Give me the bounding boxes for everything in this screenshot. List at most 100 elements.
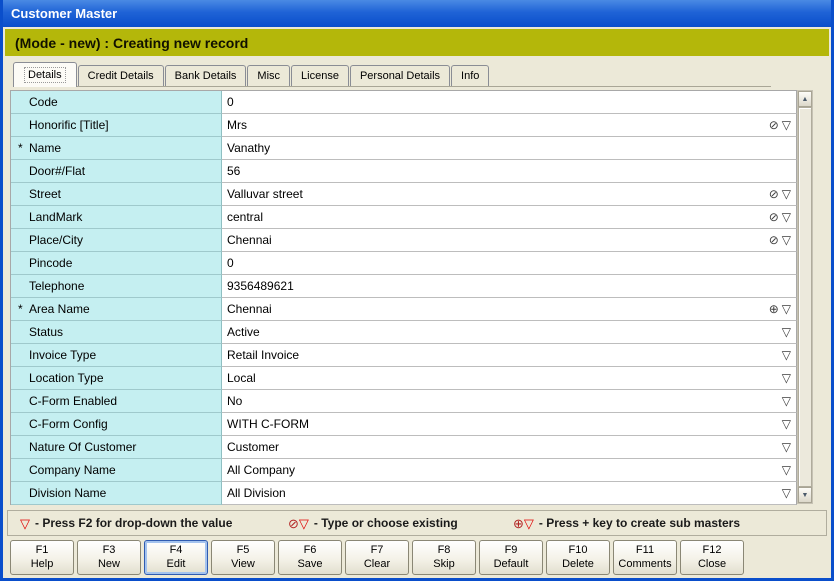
field-label-text: Door#/Flat: [29, 164, 85, 178]
field-input-landmark[interactable]: central ⊘▽: [222, 206, 797, 229]
dropdown-icon: ▽: [20, 517, 30, 530]
function-key-label: F12: [703, 544, 722, 558]
field-icons: ▽: [782, 464, 791, 476]
field-input-nature-of-customer[interactable]: Customer ▽: [222, 436, 797, 459]
field-label-text: Place/City: [29, 233, 83, 247]
f6-save-button[interactable]: F6 Save: [278, 540, 342, 575]
function-key-label: F1: [36, 544, 49, 558]
f11-comments-button[interactable]: F11 Comments: [613, 540, 677, 575]
tab-credit-details[interactable]: Credit Details: [78, 65, 164, 86]
field-value-text: Mrs: [227, 118, 769, 132]
field-input-code[interactable]: 0: [222, 91, 797, 114]
field-input-place-city[interactable]: Chennai ⊘▽: [222, 229, 797, 252]
legend-symbol: ⊕▽: [513, 517, 534, 530]
field-input-street[interactable]: Valluvar street ⊘▽: [222, 183, 797, 206]
field-value-text: 56: [227, 164, 791, 178]
field-icons: ⊘▽: [769, 211, 791, 223]
dropdown-icon[interactable]: ▽: [782, 441, 791, 453]
window-title: Customer Master: [11, 6, 117, 21]
tab-license[interactable]: License: [291, 65, 349, 86]
function-button-bar: F1 Help F3 New F4 Edit F5 View F6 Save F…: [10, 540, 744, 575]
form-area: Code 0 Honorific [Title] Mrs ⊘▽ *Name Va…: [10, 90, 797, 505]
f1-help-button[interactable]: F1 Help: [10, 540, 74, 575]
function-key-label: F11: [636, 544, 654, 558]
field-icons: ▽: [782, 441, 791, 453]
field-value-text: Retail Invoice: [227, 348, 782, 362]
field-label-text: LandMark: [29, 210, 82, 224]
tab-misc[interactable]: Misc: [247, 65, 290, 86]
field-icons: ▽: [782, 349, 791, 361]
field-input-door-flat[interactable]: 56: [222, 160, 797, 183]
dropdown-icon[interactable]: ▽: [782, 234, 791, 246]
field-input-invoice-type[interactable]: Retail Invoice ▽: [222, 344, 797, 367]
field-label-division-name: Division Name: [11, 482, 222, 505]
f12-close-button[interactable]: F12 Close: [680, 540, 744, 575]
legend-item: ▽ - Press F2 for drop-down the value: [20, 511, 232, 535]
vertical-scrollbar[interactable]: ▲ ▼: [797, 90, 813, 504]
form-row: Telephone 9356489621: [11, 275, 797, 298]
field-value-text: All Company: [227, 463, 782, 477]
form-row: Honorific [Title] Mrs ⊘▽: [11, 114, 797, 137]
form-row: Code 0: [11, 91, 797, 114]
f9-default-button[interactable]: F9 Default: [479, 540, 543, 575]
field-input-location-type[interactable]: Local ▽: [222, 367, 797, 390]
dropdown-icon[interactable]: ▽: [782, 487, 791, 499]
dropdown-icon[interactable]: ▽: [782, 326, 791, 338]
dropdown-icon[interactable]: ▽: [782, 372, 791, 384]
field-input-division-name[interactable]: All Division ▽: [222, 482, 797, 505]
field-label-honorific-title: Honorific [Title]: [11, 114, 222, 137]
field-input-honorific-title[interactable]: Mrs ⊘▽: [222, 114, 797, 137]
field-label-location-type: Location Type: [11, 367, 222, 390]
function-key-label: F10: [569, 544, 588, 558]
field-value-text: central: [227, 210, 769, 224]
down-arrow-icon: ▼: [802, 492, 809, 499]
scroll-down-button[interactable]: ▼: [798, 487, 812, 503]
dropdown-icon[interactable]: ▽: [782, 211, 791, 223]
field-icons: ⊘▽: [769, 234, 791, 246]
no-entry-icon: ⊘: [769, 188, 779, 200]
f4-edit-button[interactable]: F4 Edit: [144, 540, 208, 575]
form-row: Pincode 0: [11, 252, 797, 275]
field-label-landmark: LandMark: [11, 206, 222, 229]
dropdown-icon[interactable]: ▽: [782, 188, 791, 200]
field-input-area-name[interactable]: Chennai ⊕▽: [222, 298, 797, 321]
plus-create-icon: ⊕: [513, 517, 524, 530]
f3-new-button[interactable]: F3 New: [77, 540, 141, 575]
field-value-text: Chennai: [227, 233, 769, 247]
dropdown-icon[interactable]: ▽: [782, 119, 791, 131]
dropdown-icon[interactable]: ▽: [782, 303, 791, 315]
f7-clear-button[interactable]: F7 Clear: [345, 540, 409, 575]
field-input-status[interactable]: Active ▽: [222, 321, 797, 344]
field-value-text: All Division: [227, 486, 782, 500]
dropdown-icon[interactable]: ▽: [782, 349, 791, 361]
dropdown-icon[interactable]: ▽: [782, 395, 791, 407]
field-input-pincode[interactable]: 0: [222, 252, 797, 275]
form-row: *Area Name Chennai ⊕▽: [11, 298, 797, 321]
field-label-text: C-Form Enabled: [29, 394, 117, 408]
field-label-code: Code: [11, 91, 222, 114]
field-input-name[interactable]: Vanathy: [222, 137, 797, 160]
function-button-label: Delete: [562, 558, 594, 572]
dropdown-icon[interactable]: ▽: [782, 464, 791, 476]
field-input-telephone[interactable]: 9356489621: [222, 275, 797, 298]
field-value-text: 0: [227, 256, 791, 270]
scrollbar-thumb[interactable]: [798, 107, 812, 487]
field-input-company-name[interactable]: All Company ▽: [222, 459, 797, 482]
field-label-c-form-enabled: C-Form Enabled: [11, 390, 222, 413]
f8-skip-button[interactable]: F8 Skip: [412, 540, 476, 575]
field-input-c-form-config[interactable]: WITH C-FORM ▽: [222, 413, 797, 436]
tab-bank-details[interactable]: Bank Details: [165, 65, 247, 86]
field-input-c-form-enabled[interactable]: No ▽: [222, 390, 797, 413]
tab-details[interactable]: Details: [13, 62, 77, 87]
tab-info[interactable]: Info: [451, 65, 489, 86]
field-label-text: Code: [29, 95, 58, 109]
f10-delete-button[interactable]: F10 Delete: [546, 540, 610, 575]
tab-personal-details[interactable]: Personal Details: [350, 65, 450, 86]
legend-text: - Type or choose existing: [314, 516, 458, 530]
scroll-up-button[interactable]: ▲: [798, 91, 812, 107]
f5-view-button[interactable]: F5 View: [211, 540, 275, 575]
function-key-label: F3: [103, 544, 116, 558]
dropdown-icon[interactable]: ▽: [782, 418, 791, 430]
field-value-text: Customer: [227, 440, 782, 454]
field-label-text: Company Name: [29, 463, 116, 477]
